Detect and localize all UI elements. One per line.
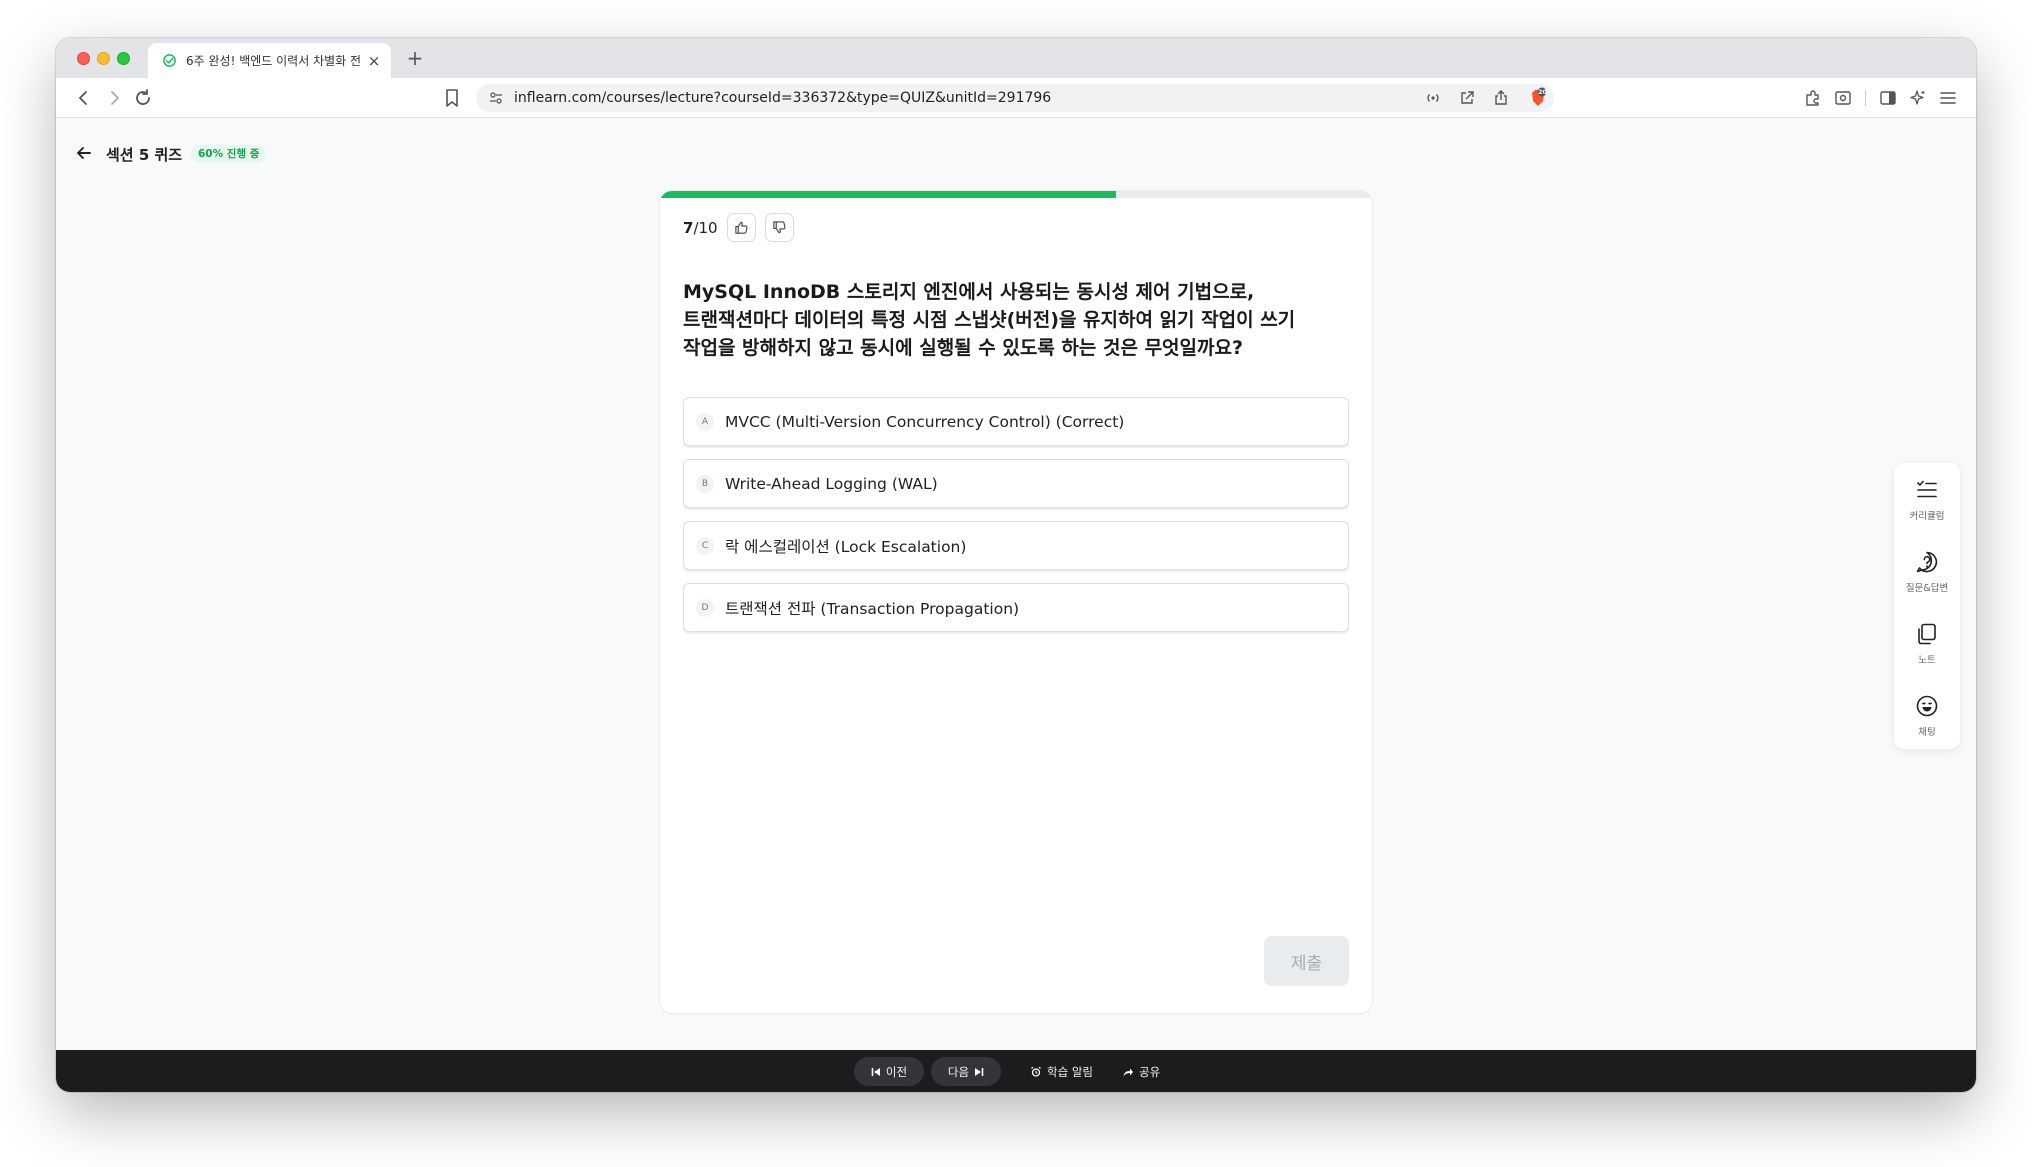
smile-chat-icon [1916, 695, 1938, 717]
answer-option-d[interactable]: D 트랜잭션 전파 (Transaction Propagation) [683, 583, 1349, 632]
tab-bar: 6주 완성! 백엔드 이력서 차별화 전략 × + [56, 38, 1976, 78]
submit-button[interactable]: 제출 [1264, 936, 1349, 986]
forward-nav-icon[interactable] [102, 86, 126, 110]
question-counter-total: /10 [693, 219, 718, 237]
browser-tab-active[interactable]: 6주 완성! 백엔드 이력서 차별화 전략 × [148, 43, 391, 78]
answer-option-c[interactable]: C 락 에스컬레이션 (Lock Escalation) [683, 521, 1349, 570]
option-text: 트랜잭션 전파 (Transaction Propagation) [725, 599, 1020, 618]
rail-item-qna[interactable]: 질문&답변 [1894, 543, 1960, 603]
quiz-progress-fill [660, 191, 1116, 198]
option-letter: B [696, 474, 714, 493]
new-tab-button[interactable]: + [403, 46, 427, 70]
list-check-icon [1917, 480, 1937, 498]
screenshot-icon[interactable] [1833, 88, 1853, 108]
url-text: inflearn.com/courses/lecture?courseId=33… [514, 90, 1052, 106]
bottom-bar: 이전 다음 학습 알림 공유 [56, 1050, 1976, 1092]
question-counter-current: 7 [683, 219, 694, 237]
quiz-card: 7/10 MySQL InnoDB 스토리지 엔진에서 사용되는 동시성 제어 … [660, 191, 1372, 1013]
tab-close-icon[interactable]: × [367, 52, 381, 70]
next-button[interactable]: 다음 [931, 1057, 1001, 1086]
rail-label: 커리큘럼 [1909, 511, 1945, 522]
share-button[interactable]: 공유 [1122, 1057, 1160, 1086]
side-rail: 커리큘럼 질문&답변 노트 채팅 [1894, 463, 1960, 749]
site-settings-icon[interactable] [487, 89, 505, 107]
thumbs-down-icon [773, 221, 786, 234]
option-letter: C [696, 536, 714, 555]
browser-window: 6주 완성! 백엔드 이력서 차별화 전략 × + inflearn.com/c… [56, 38, 1976, 1092]
address-bar[interactable]: inflearn.com/courses/lecture?courseId=33… [476, 84, 1554, 112]
thumbs-up-button[interactable] [727, 213, 756, 242]
option-text: MVCC (Multi-Version Concurrency Control)… [725, 412, 1125, 431]
extensions-icon[interactable] [1803, 88, 1823, 108]
next-label: 다음 [947, 1064, 970, 1079]
answer-option-b[interactable]: B Write-Ahead Logging (WAL) [683, 459, 1349, 508]
prev-button[interactable]: 이전 [854, 1057, 924, 1086]
rail-label: 질문&답변 [1905, 583, 1949, 594]
option-text: Write-Ahead Logging (WAL) [725, 474, 938, 493]
skip-previous-icon [871, 1067, 880, 1076]
brave-badge-count: 20 [1538, 88, 1548, 96]
open-external-icon[interactable] [1458, 89, 1476, 107]
question-text: MySQL InnoDB 스토리지 엔진에서 사용되는 동시성 제어 기법으로,… [683, 281, 1296, 359]
leo-ai-icon[interactable] [1908, 88, 1928, 108]
browser-toolbar: inflearn.com/courses/lecture?courseId=33… [56, 78, 1976, 118]
thumbs-up-icon [735, 221, 748, 234]
back-nav-icon[interactable] [72, 86, 96, 110]
skip-next-icon [975, 1067, 984, 1076]
close-window-button[interactable] [77, 52, 90, 65]
reader-broadcast-icon[interactable] [1424, 89, 1442, 107]
sidebar-toggle-icon[interactable] [1878, 88, 1898, 108]
tab-title: 6주 완성! 백엔드 이력서 차별화 전략 [186, 54, 361, 68]
thumbs-down-button[interactable] [765, 213, 794, 242]
bookmark-icon[interactable] [440, 86, 464, 110]
toolbar-divider [1865, 90, 1866, 106]
rail-item-note[interactable]: 노트 [1894, 615, 1960, 675]
question-bubble-icon [1916, 551, 1938, 573]
share-label: 공유 [1139, 1064, 1161, 1079]
menu-hamburger-icon[interactable] [1938, 88, 1958, 108]
page-title: 섹션 5 퀴즈 [106, 146, 183, 164]
minimize-window-button[interactable] [97, 52, 110, 65]
page-content: 섹션 5 퀴즈 60% 진행 중 7/10 MySQL InnoDB 스토리지 … [56, 119, 1976, 1050]
inflearn-favicon-icon [163, 54, 176, 67]
quiz-progress-bar [660, 191, 1372, 198]
maximize-window-button[interactable] [117, 52, 130, 65]
progress-badge: 60% 진행 중 [191, 145, 267, 163]
option-letter: A [696, 412, 714, 431]
question-counter: 7/10 [683, 219, 718, 237]
reload-icon[interactable] [131, 86, 155, 110]
rail-label: 채팅 [1918, 727, 1936, 738]
learning-alarm-button[interactable]: 학습 알림 [1030, 1057, 1093, 1086]
alarm-label: 학습 알림 [1047, 1064, 1093, 1079]
answer-option-a[interactable]: A MVCC (Multi-Version Concurrency Contro… [683, 397, 1349, 446]
share-arrow-icon [1123, 1068, 1133, 1076]
alarm-icon [1031, 1066, 1041, 1077]
share-icon[interactable] [1492, 89, 1510, 107]
rail-label: 노트 [1918, 655, 1936, 666]
prev-label: 이전 [885, 1064, 908, 1079]
rail-item-curriculum[interactable]: 커리큘럼 [1894, 471, 1960, 531]
option-letter: D [696, 598, 714, 617]
back-arrow-icon[interactable] [74, 143, 94, 163]
copy-note-icon [1918, 623, 1936, 645]
option-text: 락 에스컬레이션 (Lock Escalation) [725, 537, 967, 556]
rail-item-chat[interactable]: 채팅 [1894, 687, 1960, 747]
